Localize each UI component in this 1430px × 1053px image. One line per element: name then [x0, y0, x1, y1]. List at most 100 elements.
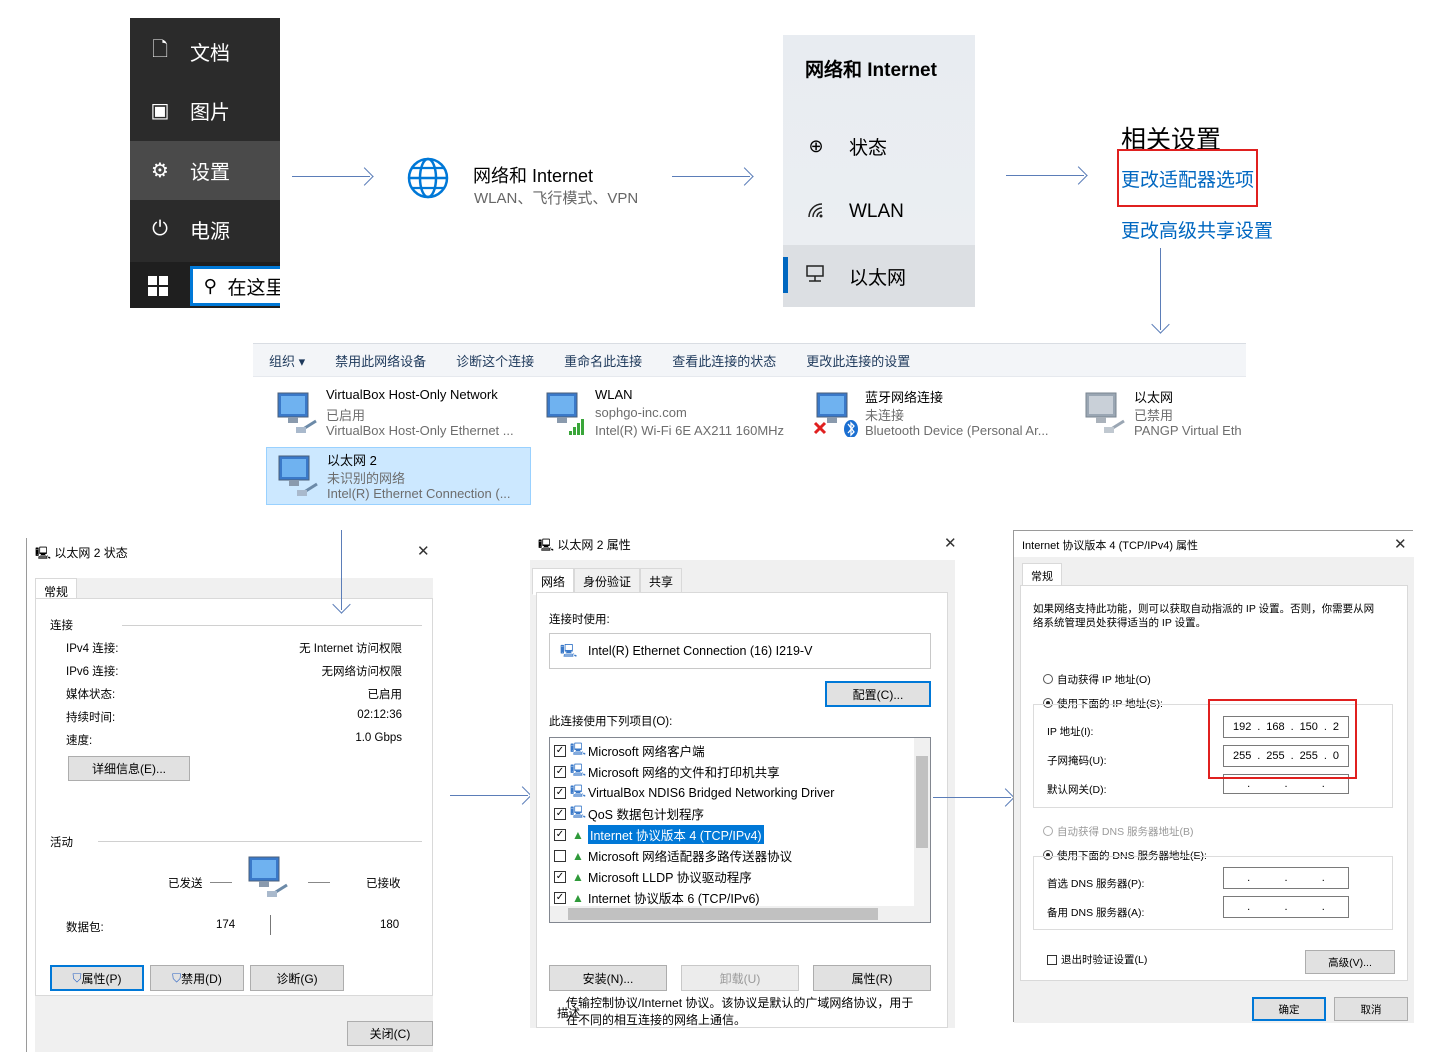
list-item[interactable]: ✓ 🖳 Microsoft 网络客户端	[554, 740, 705, 761]
toolbar-view-status[interactable]: 查看此连接的状态	[672, 351, 776, 370]
bluetooth-adapter-icon	[813, 392, 858, 437]
validate-checkbox[interactable]: 退出时验证设置(L)	[1047, 952, 1147, 967]
diagnose-button[interactable]: 诊断(G)	[250, 965, 344, 991]
disable-button[interactable]: ⛉ 禁用(D)	[150, 965, 244, 991]
tab-network[interactable]: 网络	[532, 568, 575, 595]
properties-button[interactable]: ⛉ 属性(P)	[50, 965, 144, 991]
disabled-adapter-icon	[1085, 392, 1125, 433]
sharing-icon: 🖳	[570, 763, 587, 777]
close-icon[interactable]: ✕	[1394, 535, 1407, 553]
selection-indicator	[783, 257, 788, 293]
wifi-adapter-icon	[546, 392, 584, 435]
document-icon: 🗋	[151, 38, 169, 61]
network-tile-title[interactable]: 网络和 Internet	[473, 162, 593, 188]
adapter-wlan[interactable]: WLAN sophgo-inc.com Intel(R) Wi-Fi 6E AX…	[535, 385, 805, 443]
connections-toolbar: 组织 ▾ 禁用此网络设备 诊断这个连接 重命名此连接 查看此连接的状态 更改此连…	[253, 343, 1246, 377]
horizontal-scrollbar[interactable]	[550, 906, 930, 922]
checkbox[interactable]	[554, 849, 566, 862]
network-icon: 🖳	[35, 546, 52, 560]
item-properties-button[interactable]: 属性(R)	[813, 965, 931, 991]
close-icon[interactable]: ✕	[417, 542, 430, 560]
vertical-scrollbar[interactable]	[914, 738, 930, 908]
advanced-sharing-link[interactable]: 更改高级共享设置	[1121, 216, 1273, 243]
nav-item-wlan[interactable]: WLAN	[783, 181, 975, 243]
list-item[interactable]: ✓ ▲ Microsoft LLDP 协议驱动程序	[554, 866, 752, 887]
checkbox[interactable]: ✓	[554, 870, 566, 883]
nav-item-label: WLAN	[849, 201, 904, 222]
list-item[interactable]: ✓ 🖳 VirtualBox NDIS6 Bridged Networking Dr…	[554, 782, 834, 803]
connect-using-label: 连接时使用:	[549, 614, 610, 626]
tab-authentication[interactable]: 身份验证	[574, 568, 641, 595]
nav-item-label: 以太网	[849, 267, 907, 289]
checkbox[interactable]: ✓	[554, 744, 566, 757]
scrollbar-thumb[interactable]	[916, 756, 928, 848]
close-button[interactable]: 关闭(C)	[347, 1021, 433, 1046]
dns1-label: 首选 DNS 服务器(P):	[1047, 878, 1145, 890]
list-item-ipv4[interactable]: ✓ ▲ Internet 协议版本 4 (TCP/IPv4)	[554, 824, 764, 845]
start-item-documents[interactable]: 🗋 文档	[130, 22, 280, 81]
checkbox[interactable]: ✓	[554, 786, 566, 799]
description-text: 传输控制协议/Internet 协议。该协议是默认的广域网络协议，用于在不同的相…	[566, 996, 914, 1027]
adapter-field: 🖳 Intel(R) Ethernet Connection (16) I219…	[549, 633, 931, 669]
checkbox[interactable]: ✓	[554, 828, 566, 841]
checkbox[interactable]: ✓	[554, 765, 566, 778]
qos-icon: 🖳	[570, 805, 587, 819]
adapter-ethernet[interactable]: 以太网 已禁用 PANGP Virtual Eth	[1074, 385, 1246, 443]
globe-icon[interactable]	[406, 156, 450, 200]
nav-item-status[interactable]: ⊕ 状态	[783, 115, 975, 177]
toolbar-disable-device[interactable]: 禁用此网络设备	[335, 351, 426, 370]
taskbar-search-input[interactable]: ⚲ 在这里	[190, 266, 280, 306]
list-item[interactable]: ✓ 🖳 QoS 数据包计划程序	[554, 803, 704, 824]
gear-icon: ⚙	[151, 160, 169, 182]
adapter-name: 以太网 2	[327, 453, 377, 468]
cancel-button[interactable]: 取消	[1334, 997, 1408, 1021]
adapter-name: 蓝牙网络连接	[865, 390, 944, 405]
install-button[interactable]: 安装(N)...	[549, 965, 667, 991]
auto-ip-radio[interactable]: 自动获得 IP 地址(O)	[1043, 672, 1151, 687]
list-item[interactable]: ▲ Microsoft 网络适配器多路传送器协议	[554, 845, 792, 866]
start-item-power[interactable]: ⏻ 电源	[130, 200, 280, 259]
nav-title: 网络和 Internet	[805, 60, 937, 81]
intro-text: 如果网络支持此功能，则可以获取自动指派的 IP 设置。否则，你需要从网络系统管理…	[1033, 603, 1375, 629]
ok-button[interactable]: 确定	[1252, 997, 1326, 1021]
row-label: 速度:	[66, 735, 93, 747]
list-item[interactable]: ✓ ▲ Internet 协议版本 6 (TCP/IPv6)	[554, 887, 760, 908]
alternate-dns-field[interactable]: ...	[1223, 896, 1349, 918]
checkbox[interactable]	[1047, 955, 1057, 965]
adapter-status: 已启用	[326, 408, 366, 423]
item-label: Internet 协议版本 4 (TCP/IPv4)	[588, 825, 764, 844]
details-button[interactable]: 详细信息(E)...	[68, 756, 190, 781]
nav-item-ethernet[interactable]: 以太网	[783, 245, 975, 307]
toolbar-organize[interactable]: 组织 ▾	[269, 351, 305, 370]
windows-logo-icon[interactable]	[148, 276, 168, 296]
item-label: VirtualBox NDIS6 Bridged Networking Driv…	[588, 785, 835, 800]
list-item[interactable]: ✓ 🖳 Microsoft 网络的文件和打印机共享	[554, 761, 780, 782]
checkbox[interactable]: ✓	[554, 807, 566, 820]
dialog-body: 网络 身份验证 共享 连接时使用: 🖳 Intel(R) Ethernet Co…	[530, 560, 955, 1028]
scrollbar-thumb[interactable]	[568, 908, 878, 920]
start-item-settings[interactable]: ⚙ 设置	[130, 141, 280, 200]
adapter-ethernet-2[interactable]: 以太网 2 未识别的网络 Intel(R) Ethernet Connectio…	[266, 447, 531, 505]
adapter-bluetooth[interactable]: 蓝牙网络连接 未连接 Bluetooth Device (Personal Ar…	[805, 385, 1070, 443]
close-icon[interactable]: ✕	[944, 534, 957, 552]
configure-button[interactable]: 配置(C)...	[825, 681, 931, 707]
row-value: 02:12:36	[357, 709, 402, 721]
row-value: 无网络访问权限	[321, 666, 403, 678]
preferred-dns-field[interactable]: ...	[1223, 867, 1349, 889]
advanced-button[interactable]: 高级(V)...	[1305, 950, 1395, 974]
adapter-name: 以太网	[1134, 390, 1174, 405]
start-item-pictures[interactable]: ▣ 图片	[130, 81, 280, 140]
activity-line	[210, 882, 232, 883]
radio-button[interactable]	[1043, 674, 1053, 684]
tab-sharing[interactable]: 共享	[640, 568, 683, 595]
checkbox[interactable]: ✓	[554, 891, 566, 904]
row-label: IPv4 连接:	[66, 643, 119, 655]
adapter-virtualbox[interactable]: VirtualBox Host-Only Network 已启用 Virtual…	[266, 385, 531, 443]
toolbar-change-settings[interactable]: 更改此连接的设置	[806, 351, 910, 370]
adapter-device: VirtualBox Host-Only Ethernet ...	[326, 423, 514, 438]
section-connection: 连接	[50, 620, 73, 632]
toolbar-rename[interactable]: 重命名此连接	[564, 351, 642, 370]
protocol-icon: ▲	[572, 869, 584, 884]
dialog-title-text: 以太网 2 属性	[557, 538, 631, 552]
toolbar-diagnose[interactable]: 诊断这个连接	[456, 351, 534, 370]
